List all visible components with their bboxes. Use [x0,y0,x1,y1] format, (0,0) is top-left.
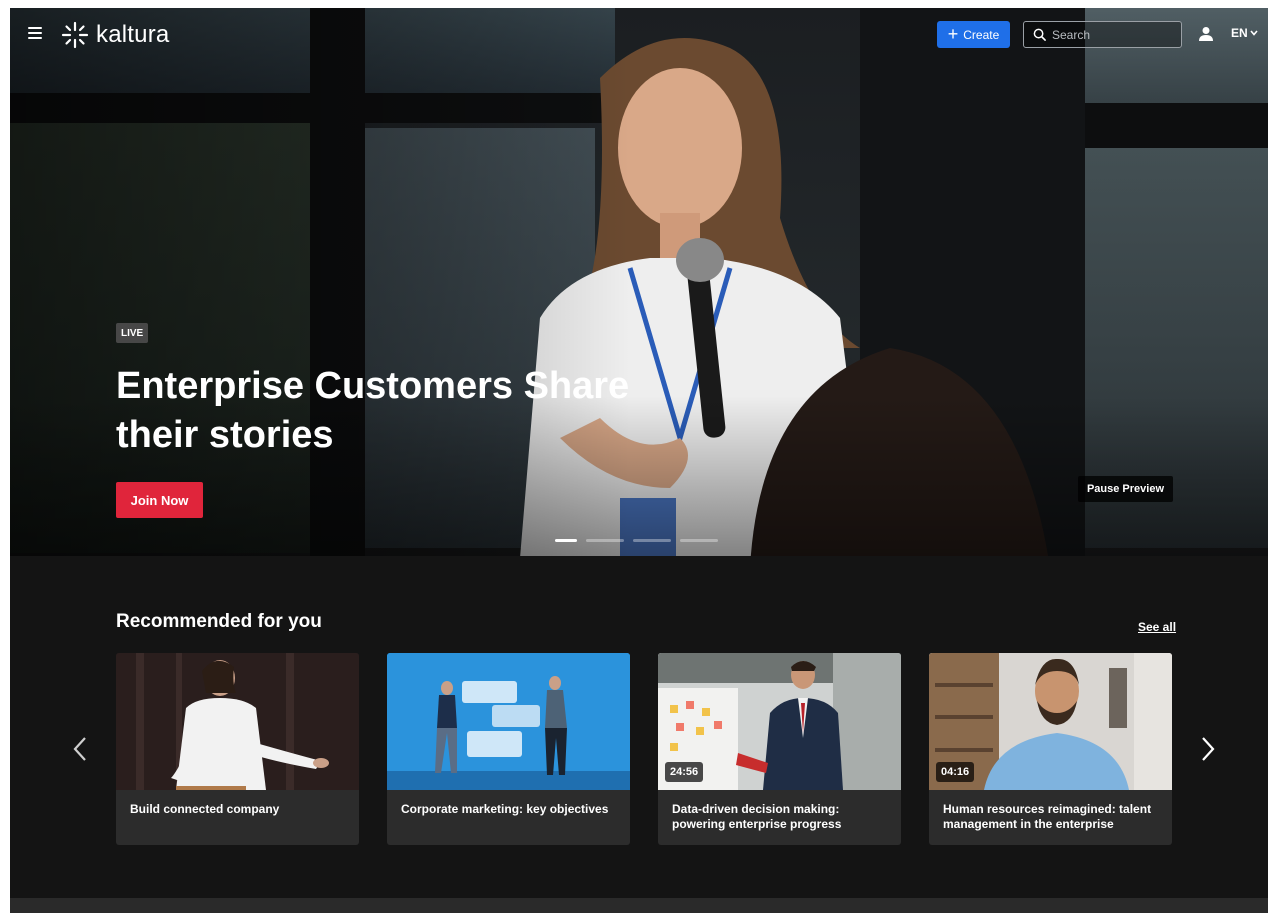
video-thumbnail: 24:56 [658,653,901,790]
thumbnail-image [387,653,630,790]
language-label: EN [1231,26,1248,40]
video-title: Corporate marketing: key objectives [401,802,609,816]
chevron-down-icon [1250,30,1258,36]
carousel-dot[interactable] [555,539,577,542]
app-frame: kaltura + Create EN [10,8,1268,913]
plus-icon: + [947,23,959,44]
chevron-left-icon[interactable] [70,734,90,764]
hero-title-line: their stories [116,414,334,456]
video-card[interactable]: Build connected company [116,653,359,845]
carousel-dot[interactable] [680,539,718,542]
video-thumbnail [387,653,630,790]
create-button[interactable]: + Create [937,21,1010,48]
video-thumbnail [116,653,359,790]
hero-title: Enterprise Customers Share their stories [116,362,676,460]
video-duration: 24:56 [665,762,704,782]
hero-banner: kaltura + Create EN [10,8,1268,556]
video-card[interactable]: Corporate marketing: key objectives [387,653,630,845]
carousel-indicators [555,539,718,542]
live-badge: LIVE [116,323,149,343]
pause-preview-button[interactable]: Pause Preview [1078,476,1173,502]
top-navigation: kaltura + Create EN [10,8,1268,62]
user-icon[interactable] [1199,26,1213,42]
menu-icon[interactable] [28,27,42,39]
search-box[interactable] [1023,21,1182,48]
video-title: Human resources reimagined: talent manag… [943,802,1152,831]
hero-bg-beam [1085,103,1268,148]
video-thumbnail: 04:16 [929,653,1172,790]
create-label: Create [963,27,1000,42]
brand-logo[interactable]: kaltura [60,20,169,50]
chevron-right-icon[interactable] [1198,734,1218,764]
search-input[interactable] [1052,27,1172,42]
see-all-link[interactable]: See all [1138,620,1176,634]
section-title: Recommended for you [116,611,322,632]
video-title: Data-driven decision making: powering en… [672,802,842,831]
search-icon [1033,28,1046,41]
bottom-section-edge [10,898,1268,913]
join-now-button[interactable]: Join Now [116,482,203,518]
video-card[interactable]: 04:16 Human resources reimagined: talent… [929,653,1172,845]
video-card[interactable]: 24:56 Data-driven decision making: power… [658,653,901,845]
video-title: Build connected company [130,802,280,816]
kaltura-logo-icon [61,21,89,49]
thumbnail-image [116,653,359,790]
carousel-dot[interactable] [586,539,624,542]
carousel-dot[interactable] [633,539,671,542]
video-duration: 04:16 [936,762,975,782]
brand-name: kaltura [96,21,170,48]
hero-title-line: Enterprise Customers Share [116,365,630,407]
language-selector[interactable]: EN [1231,26,1258,40]
